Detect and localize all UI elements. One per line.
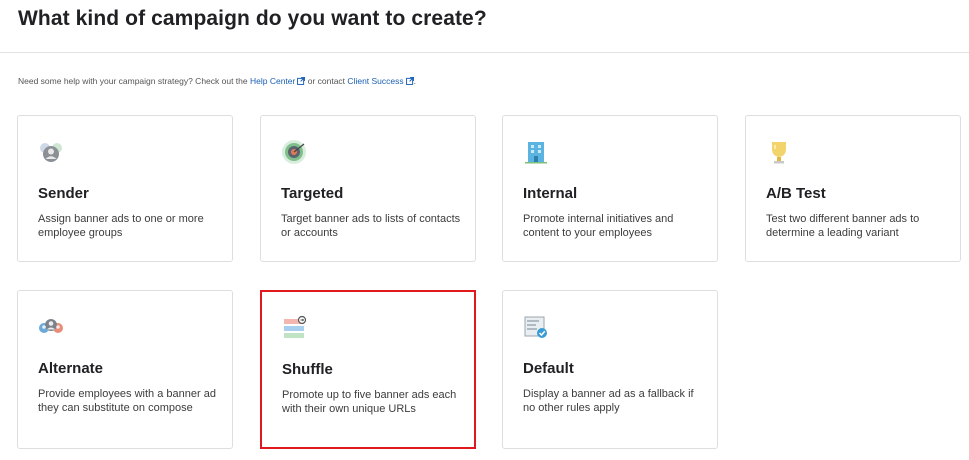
help-text-prefix: Need some help with your campaign strate… <box>18 76 250 86</box>
campaign-card-sender[interactable]: Sender Assign banner ads to one or more … <box>17 115 233 262</box>
card-description: Test two different banner ads to determi… <box>766 213 920 239</box>
campaign-type-page: What kind of campaign do you want to cre… <box>0 0 969 460</box>
card-description: Assign banner ads to one or more employe… <box>38 213 204 239</box>
help-center-label: Help Center <box>250 76 296 86</box>
page-title: What kind of campaign do you want to cre… <box>18 7 487 30</box>
help-text: Need some help with your campaign strate… <box>18 76 416 86</box>
card-title: Targeted <box>281 185 344 202</box>
trophy-icon <box>772 142 786 164</box>
card-title: Sender <box>38 185 89 202</box>
card-description: Provide employees with a banner ad they … <box>38 388 216 414</box>
help-text-middle: or contact <box>305 76 348 86</box>
card-title: Shuffle <box>282 361 333 378</box>
help-center-link[interactable]: Help Center <box>250 76 306 86</box>
card-title: A/B Test <box>766 185 826 202</box>
shuffle-banners-icon <box>284 315 307 338</box>
card-description: Promote internal initiatives and content… <box>523 213 674 239</box>
alternate-people-icon <box>39 319 63 333</box>
help-text-suffix: . <box>413 76 417 86</box>
campaign-card-targeted[interactable]: Targeted Target banner ads to lists of c… <box>260 115 476 262</box>
campaign-card-shuffle[interactable]: Shuffle Promote up to five banner ads ea… <box>260 290 476 449</box>
card-title: Default <box>523 360 574 377</box>
campaign-card-ab-test[interactable]: A/B Test Test two different banner ads t… <box>745 115 961 262</box>
card-description: Target banner ads to lists of contacts o… <box>281 213 461 239</box>
client-success-link[interactable]: Client Success <box>347 76 414 86</box>
campaign-card-default[interactable]: Default Display a banner ad as a fallbac… <box>502 290 718 449</box>
title-divider <box>0 52 969 53</box>
target-icon <box>282 140 306 164</box>
external-link-icon <box>405 77 414 85</box>
card-title: Internal <box>523 185 578 202</box>
people-group-icon <box>40 143 62 162</box>
card-title: Alternate <box>38 360 104 377</box>
building-icon <box>525 142 547 164</box>
campaign-card-alternate[interactable]: Alternate Provide employees with a banne… <box>17 290 233 449</box>
campaign-card-internal[interactable]: Internal Promote internal initiatives an… <box>502 115 718 262</box>
card-description: Promote up to five banner ads each with … <box>282 389 457 415</box>
default-check-icon <box>524 316 547 338</box>
client-success-label: Client Success <box>347 76 404 86</box>
card-description: Display a banner ad as a fallback if no … <box>523 388 694 414</box>
